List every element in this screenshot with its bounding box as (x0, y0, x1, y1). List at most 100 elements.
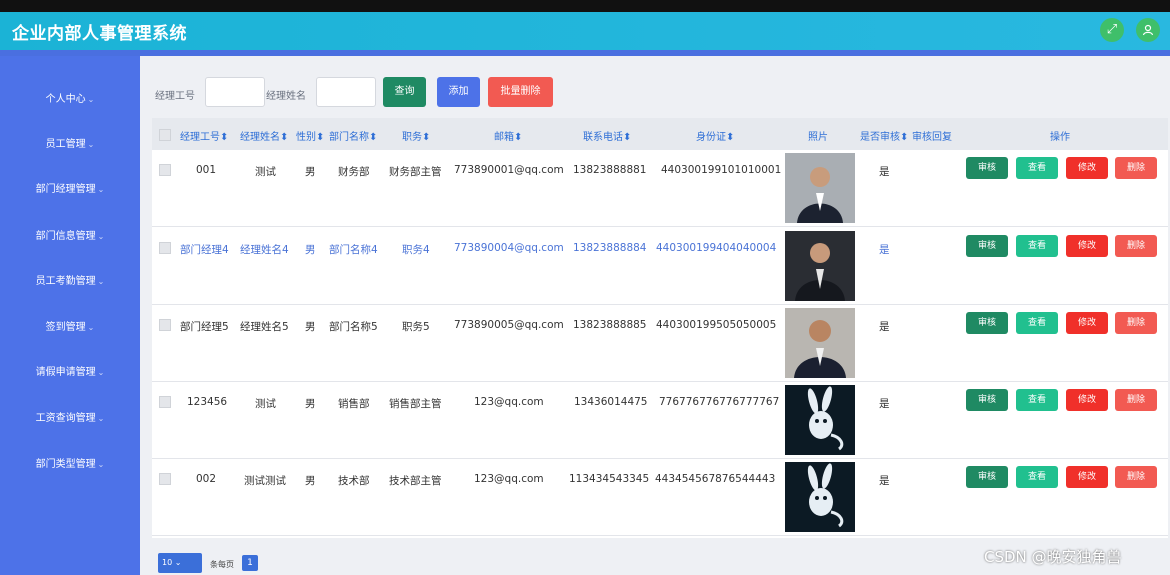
table-row: 001 测试 男 财务部 财务部主管 773890001@qq.com 1382… (152, 150, 1168, 227)
cell-approved: 是 (879, 244, 890, 256)
chevron-down-icon: ⌄ (97, 232, 105, 241)
view-button[interactable]: 查看 (1016, 157, 1058, 179)
cell-dept: 部门名称5 (329, 321, 378, 333)
view-button[interactable]: 查看 (1016, 312, 1058, 334)
cell-position: 销售部主管 (389, 398, 442, 410)
row-checkbox[interactable] (159, 164, 171, 176)
cell-manager-id: 002 (196, 473, 217, 485)
manager-name-label: 经理姓名 (266, 91, 306, 102)
cell-phone: 13823888881 (573, 164, 647, 176)
col-approved[interactable]: 是否审核⬍ (860, 128, 908, 143)
audit-button[interactable]: 审核 (966, 312, 1008, 334)
row-checkbox[interactable] (159, 396, 171, 408)
audit-button[interactable]: 审核 (966, 235, 1008, 257)
sidebar-item-label: 员工考勤管理 (35, 276, 96, 287)
edit-button[interactable]: 修改 (1066, 235, 1108, 257)
chevron-down-icon: ⌄ (97, 414, 105, 423)
sidebar-item-dept-types[interactable]: 部门类型管理 ⌄ (0, 458, 140, 472)
chevron-down-icon: ⌄ (97, 277, 105, 286)
sidebar-item-label: 请假申请管理 (35, 367, 96, 378)
cell-approved: 是 (879, 475, 890, 487)
col-dept-name[interactable]: 部门名称⬍ (329, 128, 377, 143)
chevron-down-icon: ⌄ (174, 558, 182, 567)
sidebar-item-attendance[interactable]: 员工考勤管理 ⌄ (0, 275, 140, 289)
row-checkbox[interactable] (159, 242, 171, 254)
sidebar-item-dept-managers[interactable]: 部门经理管理 ⌄ (0, 183, 140, 197)
cell-manager-name: 测试 (255, 166, 276, 178)
row-checkbox[interactable] (159, 473, 171, 485)
cell-manager-name: 经理姓名5 (240, 321, 289, 333)
sidebar-item-personal-center[interactable]: 个人中心 ⌄ (0, 93, 140, 107)
manager-id-input[interactable] (205, 77, 265, 107)
edit-button[interactable]: 修改 (1066, 312, 1108, 334)
sidebar-item-label: 工资查询管理 (35, 413, 96, 424)
table-header: 经理工号⬍ 经理姓名⬍ 性别⬍ 部门名称⬍ 职务⬍ 邮箱⬍ 联系电话⬍ 身份证⬍… (152, 118, 1168, 150)
delete-button[interactable]: 删除 (1115, 389, 1157, 411)
view-button[interactable]: 查看 (1016, 466, 1058, 488)
chevron-down-icon: ⌄ (87, 140, 95, 149)
sidebar-item-label: 部门信息管理 (35, 231, 96, 242)
select-all-checkbox[interactable] (159, 129, 171, 141)
cell-manager-id: 部门经理5 (180, 321, 229, 333)
main-content: 经理工号 经理姓名 查询 添加 批量删除 经理工号⬍ 经理姓名⬍ 性别⬍ 部门名… (140, 56, 1170, 575)
cell-dept: 部门名称4 (329, 244, 378, 256)
page-number-button[interactable]: 1 (242, 555, 258, 571)
cell-manager-id: 001 (196, 164, 217, 176)
audit-button[interactable]: 审核 (966, 466, 1008, 488)
cell-email: 773890004@qq.com (454, 242, 564, 254)
col-manager-name[interactable]: 经理姓名⬍ (240, 128, 288, 143)
chevron-down-icon: ⌄ (97, 185, 105, 194)
table-row: 部门经理5 经理姓名5 男 部门名称5 职务5 773890005@qq.com… (152, 305, 1168, 382)
cell-approved: 是 (879, 166, 890, 178)
cell-manager-id: 123456 (187, 396, 228, 408)
audit-button[interactable]: 审核 (966, 389, 1008, 411)
delete-button[interactable]: 删除 (1115, 157, 1157, 179)
col-email[interactable]: 邮箱⬍ (494, 128, 522, 143)
sidebar-item-dept-info[interactable]: 部门信息管理 ⌄ (0, 230, 140, 244)
sidebar-item-salary[interactable]: 工资查询管理 ⌄ (0, 412, 140, 426)
user-icon[interactable] (1136, 18, 1160, 42)
expand-icon[interactable]: ⤢ (1100, 18, 1124, 42)
chevron-down-icon: ⌄ (87, 323, 95, 332)
cell-approved: 是 (879, 321, 890, 333)
col-idcard[interactable]: 身份证⬍ (696, 128, 734, 143)
view-button[interactable]: 查看 (1016, 235, 1058, 257)
col-gender[interactable]: 性别⬍ (296, 128, 324, 143)
col-position[interactable]: 职务⬍ (402, 128, 430, 143)
top-strip (0, 0, 1170, 12)
sidebar-item-employees[interactable]: 员工管理 ⌄ (0, 138, 140, 152)
add-button[interactable]: 添加 (437, 77, 480, 107)
cell-approved: 是 (879, 398, 890, 410)
batch-delete-button[interactable]: 批量删除 (488, 77, 553, 107)
cell-position: 技术部主管 (389, 475, 442, 487)
sidebar-item-leave[interactable]: 请假申请管理 ⌄ (0, 366, 140, 380)
query-button[interactable]: 查询 (383, 77, 426, 107)
cell-manager-name: 经理姓名4 (240, 244, 289, 256)
row-checkbox[interactable] (159, 319, 171, 331)
edit-button[interactable]: 修改 (1066, 157, 1108, 179)
sidebar-item-label: 签到管理 (45, 322, 86, 333)
col-manager-id[interactable]: 经理工号⬍ (180, 128, 228, 143)
manager-name-input[interactable] (316, 77, 376, 107)
col-phone[interactable]: 联系电话⬍ (583, 128, 631, 143)
cell-dept: 销售部 (338, 398, 370, 410)
delete-button[interactable]: 删除 (1115, 466, 1157, 488)
audit-button[interactable]: 审核 (966, 157, 1008, 179)
cell-phone: 13823888885 (573, 319, 647, 331)
cell-email: 123@qq.com (474, 473, 544, 485)
cell-manager-id: 部门经理4 (180, 244, 229, 256)
chevron-down-icon: ⌄ (97, 460, 105, 469)
cell-gender: 男 (305, 475, 316, 487)
edit-button[interactable]: 修改 (1066, 389, 1108, 411)
cell-gender: 男 (305, 244, 316, 256)
sidebar-item-checkin[interactable]: 签到管理 ⌄ (0, 321, 140, 335)
table-row: 002 测试测试 男 技术部 技术部主管 123@qq.com 11343454… (152, 459, 1168, 536)
delete-button[interactable]: 删除 (1115, 312, 1157, 334)
cell-idcard: 443454567876544443 (655, 473, 776, 485)
delete-button[interactable]: 删除 (1115, 235, 1157, 257)
cell-idcard: 440300199404040004 (656, 242, 777, 254)
view-button[interactable]: 查看 (1016, 389, 1058, 411)
cell-manager-name: 测试测试 (244, 475, 286, 487)
page-size-select[interactable]: 10 ⌄ (158, 553, 202, 573)
edit-button[interactable]: 修改 (1066, 466, 1108, 488)
